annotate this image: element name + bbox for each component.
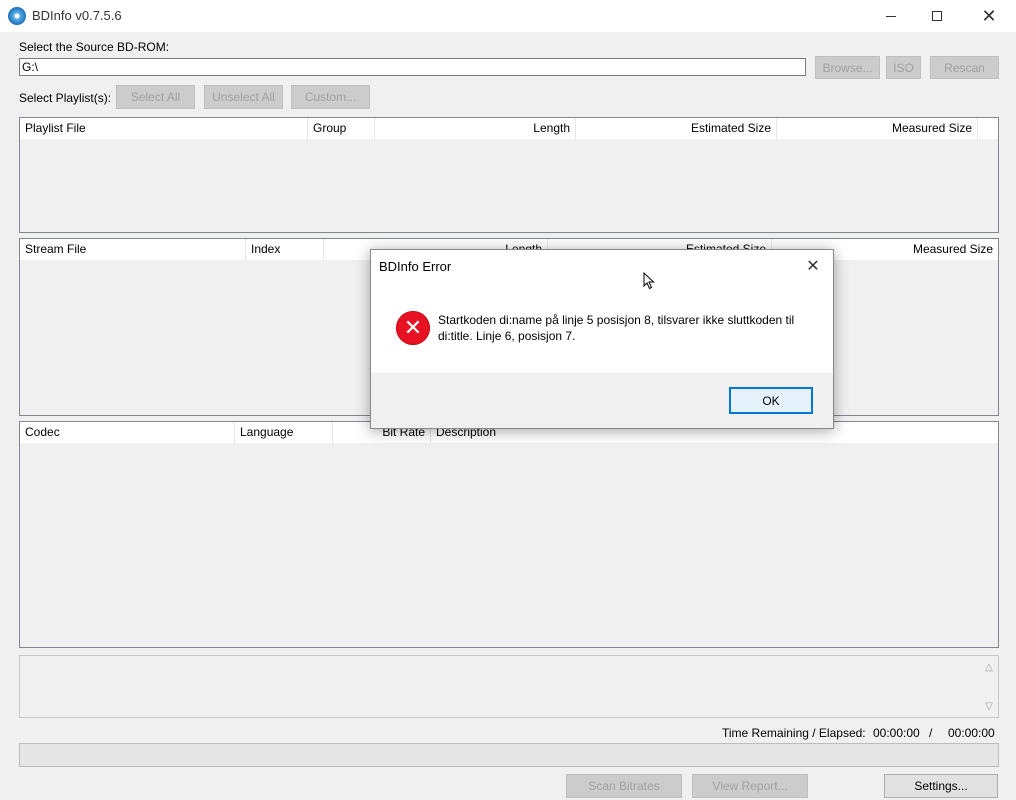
time-remaining-label: Time Remaining / Elapsed: [722, 726, 866, 740]
playlist-table[interactable]: Playlist File Group Length Estimated Siz… [19, 117, 999, 233]
maximize-button[interactable] [914, 0, 960, 32]
mouse-pointer-icon [643, 272, 655, 290]
column-index[interactable]: Index [246, 239, 324, 260]
column-length[interactable]: Length [375, 118, 576, 139]
bluray-disc-icon [8, 7, 26, 25]
maximize-icon [932, 11, 942, 21]
minimize-button[interactable] [868, 0, 914, 32]
dialog-message: Startkoden di:name på linje 5 posisjon 8… [438, 313, 795, 343]
ok-button[interactable]: OK [729, 387, 813, 414]
column-stream-file[interactable]: Stream File [20, 239, 246, 260]
source-label: Select the Source BD-ROM: [19, 40, 170, 54]
error-dialog: BDInfo Error ✕ ✕ Startkoden di:name på l… [370, 249, 834, 429]
report-textbox[interactable]: △ ▽ [19, 655, 999, 718]
dialog-footer: OK [371, 373, 833, 428]
scroll-up-icon[interactable]: △ [980, 658, 998, 676]
column-playlist-file[interactable]: Playlist File [20, 118, 308, 139]
playlist-table-header: Playlist File Group Length Estimated Siz… [20, 118, 998, 139]
time-separator: / [929, 726, 933, 740]
minimize-icon [886, 15, 896, 17]
column-estimated-size[interactable]: Estimated Size [576, 118, 777, 139]
time-remaining-value: 00:00:00 [873, 726, 920, 740]
scroll-down-icon[interactable]: ▽ [980, 697, 998, 715]
progress-bar [19, 743, 999, 767]
browse-button[interactable]: Browse... [815, 56, 880, 79]
scan-bitrates-button[interactable]: Scan Bitrates [566, 774, 682, 798]
dialog-close-button[interactable]: ✕ [801, 256, 825, 276]
column-group[interactable]: Group [308, 118, 375, 139]
close-window-button[interactable]: ✕ [966, 0, 1012, 32]
time-elapsed-value: 00:00:00 [948, 726, 995, 740]
column-language[interactable]: Language [235, 422, 333, 443]
select-all-button[interactable]: Select All [116, 85, 195, 109]
title-bar: BDInfo v0.7.5.6 ✕ [0, 0, 1016, 32]
dialog-title: BDInfo Error [379, 259, 452, 274]
window-title: BDInfo v0.7.5.6 [32, 8, 122, 23]
unselect-all-button[interactable]: Unselect All [204, 85, 283, 109]
close-icon: ✕ [806, 258, 820, 275]
column-codec[interactable]: Codec [20, 422, 235, 443]
close-icon: ✕ [981, 6, 997, 26]
view-report-button[interactable]: View Report... [692, 774, 808, 798]
custom-button[interactable]: Custom... [291, 85, 370, 109]
select-playlists-label: Select Playlist(s): [19, 91, 112, 105]
report-scrollbar[interactable]: △ ▽ [980, 656, 998, 717]
source-path-input[interactable]: G:\ [19, 58, 806, 76]
settings-button[interactable]: Settings... [884, 774, 998, 798]
iso-button[interactable]: ISO [886, 56, 921, 79]
error-x-icon: ✕ [396, 311, 430, 345]
rescan-button[interactable]: Rescan [930, 56, 999, 79]
codec-table[interactable]: Codec Language Bit Rate Description [19, 421, 999, 648]
column-measured-size[interactable]: Measured Size [777, 118, 978, 139]
